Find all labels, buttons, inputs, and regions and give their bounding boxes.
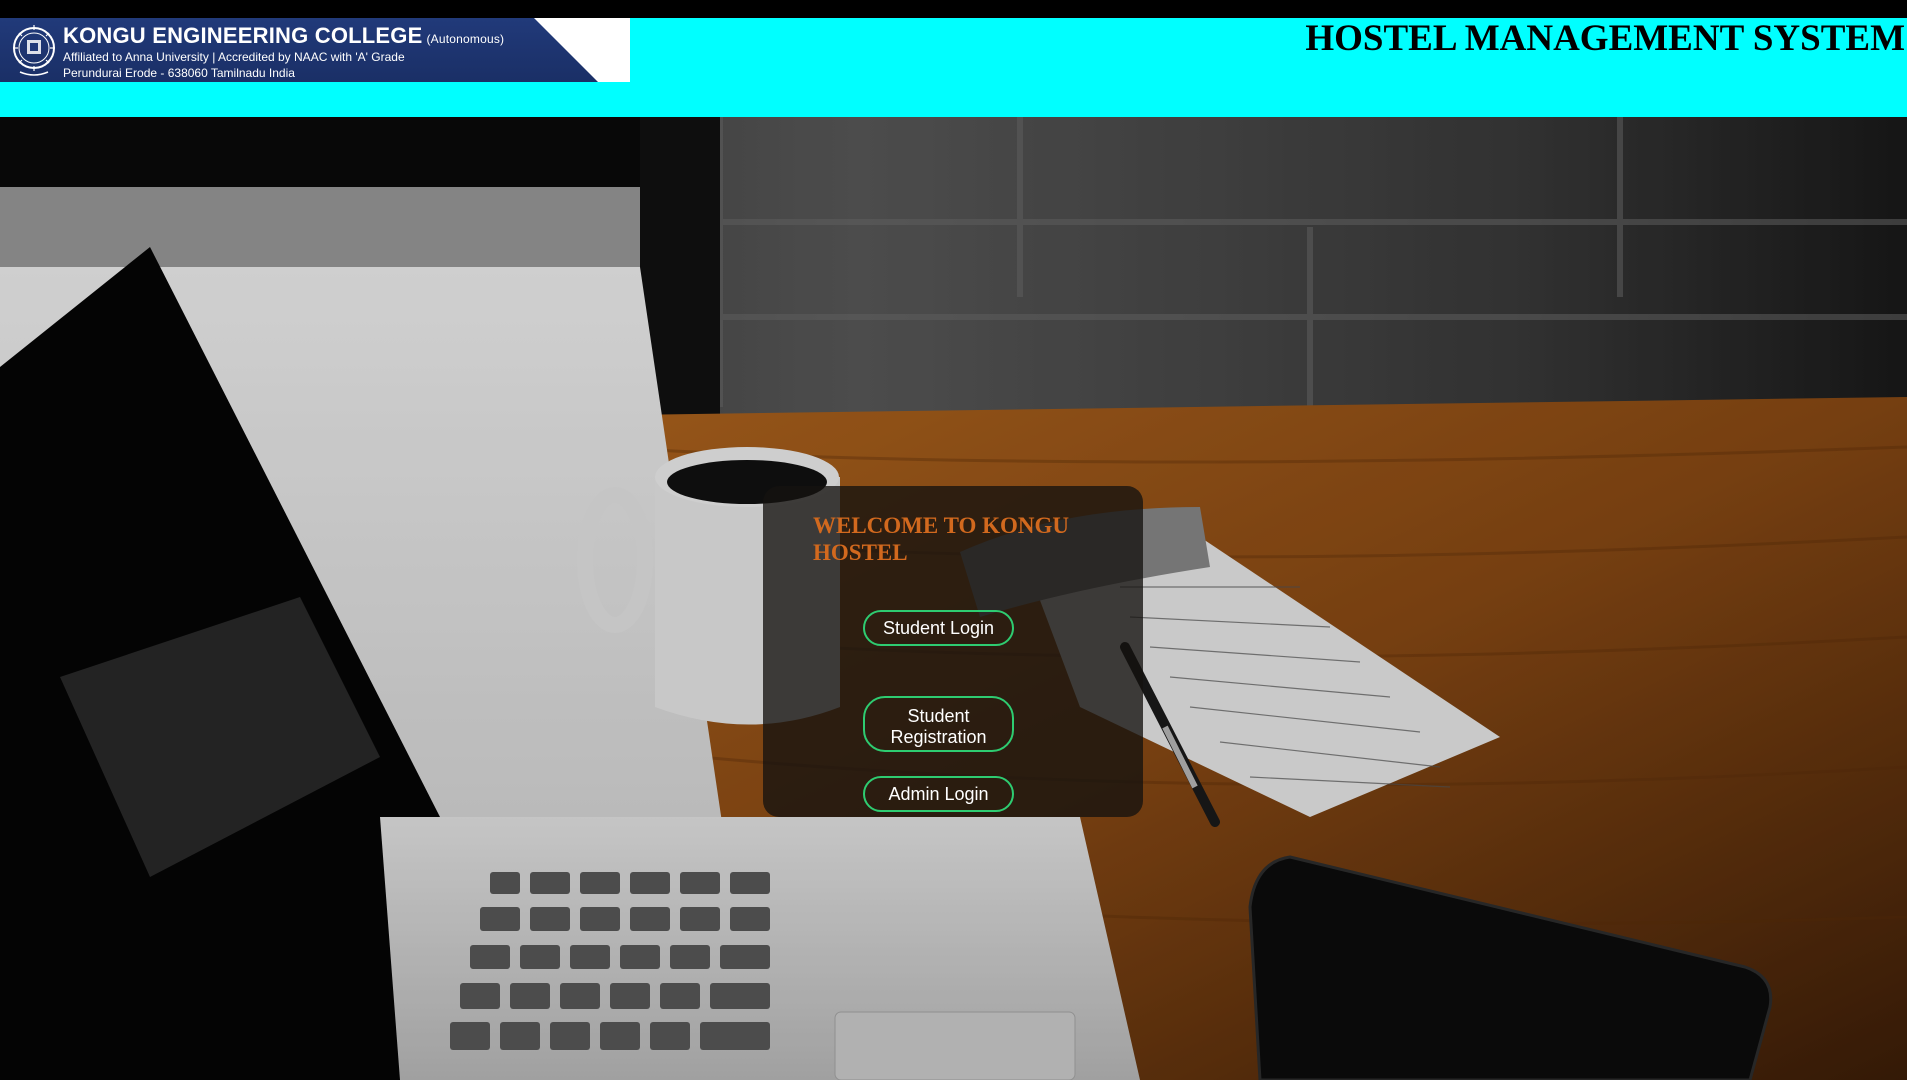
system-title: HOSTEL MANAGEMENT SYSTEM [1305,18,1905,59]
welcome-panel: WELCOME TO KONGU HOSTEL Student Login St… [763,486,1143,817]
college-affiliation: Affiliated to Anna University | Accredit… [63,50,405,64]
autonomous-label: (Autonomous) [426,32,505,46]
college-name: KONGU ENGINEERING COLLEGE (Autonomous) [63,23,504,49]
site-header: KONGU ENGINEERING COLLEGE (Autonomous) Af… [0,18,1907,117]
top-strip [0,0,1907,18]
student-registration-line1: Student [907,706,970,726]
college-name-text: KONGU ENGINEERING COLLEGE [63,23,423,48]
college-logo-banner: KONGU ENGINEERING COLLEGE (Autonomous) Af… [0,18,630,82]
student-registration-button[interactable]: Student Registration [863,696,1014,752]
student-login-button[interactable]: Student Login [863,610,1014,646]
student-registration-line2: Registration [890,727,987,747]
college-seal-icon [13,25,55,76]
college-address: Perundurai Erode - 638060 Tamilnadu Indi… [63,66,295,80]
admin-login-button[interactable]: Admin Login [863,776,1014,812]
welcome-heading: WELCOME TO KONGU HOSTEL [813,513,1070,565]
hero-background: WELCOME TO KONGU HOSTEL Student Login St… [0,117,1907,1080]
